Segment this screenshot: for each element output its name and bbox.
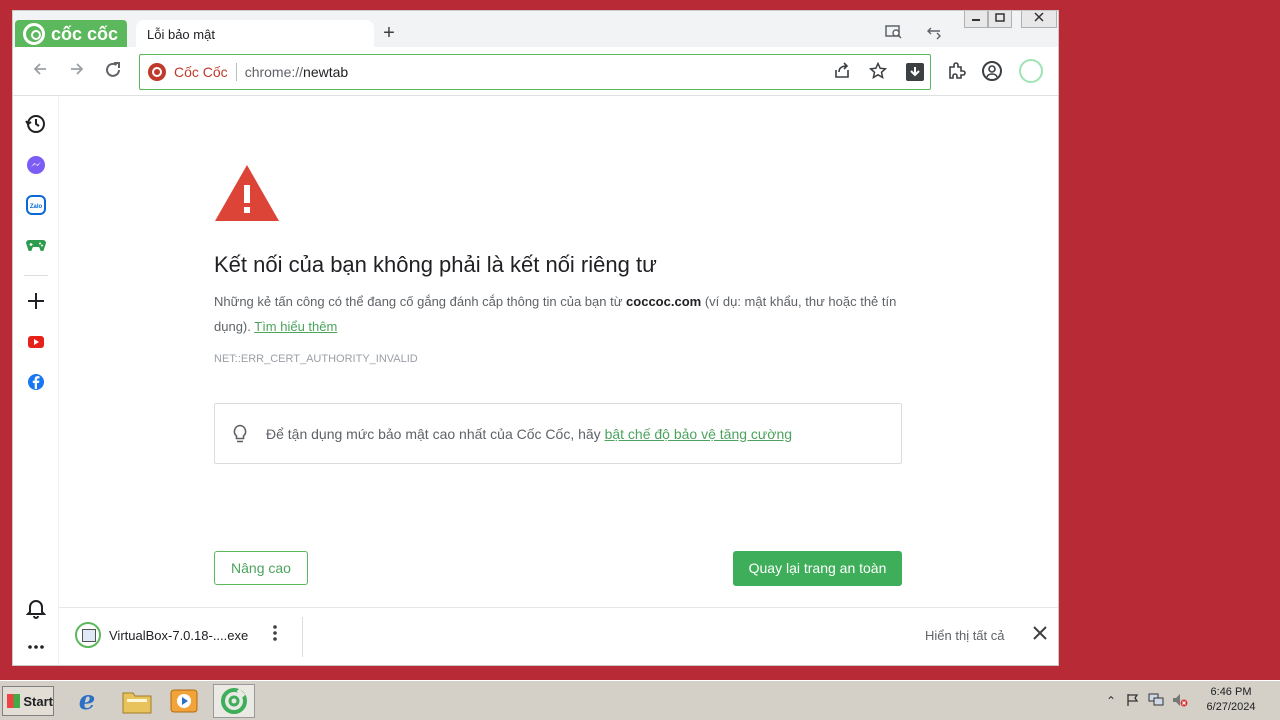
- download-file-name[interactable]: VirtualBox-7.0.18-....exe: [109, 628, 248, 643]
- error-domain: coccoc.com: [626, 294, 702, 309]
- tip-text: Để tận dụng mức bảo mật cao nhất của Cốc…: [266, 426, 792, 442]
- tab-title: Lỗi bảo mật: [147, 27, 215, 42]
- coccoc-site-icon: [148, 63, 166, 81]
- url-host: newtab: [303, 64, 349, 80]
- left-sidebar: Zalo: [13, 97, 59, 665]
- download-bar: VirtualBox-7.0.18-....exe Hiển thị tất c…: [59, 607, 1058, 665]
- add-icon[interactable]: [25, 291, 47, 313]
- omnibox-divider: [235, 63, 237, 81]
- download-more-icon[interactable]: [265, 624, 285, 646]
- restore-button[interactable]: [988, 11, 1012, 28]
- svg-text:Zalo: Zalo: [30, 204, 43, 210]
- url-text[interactable]: chrome://newtab: [245, 64, 349, 80]
- warning-triangle-icon: [213, 163, 281, 228]
- start-label: Start: [23, 693, 53, 709]
- tip-body: Để tận dụng mức bảo mật cao nhất của Cốc…: [266, 425, 605, 442]
- tab-search-icon[interactable]: [885, 24, 905, 42]
- error-description: Những kẻ tấn công có thể đang cố gắng đá…: [214, 289, 904, 339]
- reload-button[interactable]: [102, 60, 124, 82]
- clock-date: 6/27/2024: [1206, 701, 1256, 713]
- messenger-icon[interactable]: [25, 154, 47, 176]
- desktop-background-right: [1058, 0, 1280, 680]
- more-options-icon[interactable]: [25, 637, 47, 659]
- gamepad-icon[interactable]: [25, 233, 47, 255]
- download-icon[interactable]: [906, 63, 924, 81]
- advanced-button[interactable]: Nâng cao: [214, 551, 308, 585]
- error-title: Kết nối của bạn không phải là kết nối ri…: [214, 252, 657, 277]
- start-button[interactable]: Start: [2, 686, 54, 716]
- sync-status-icon[interactable]: [1019, 59, 1043, 83]
- enhanced-protection-link[interactable]: bật chế độ bảo vệ tăng cường: [605, 426, 792, 442]
- profile-icon[interactable]: [982, 61, 1002, 81]
- site-info-chip[interactable]: Cốc Cốc: [140, 55, 228, 89]
- action-center-flag-icon[interactable]: [1126, 693, 1140, 710]
- history-icon[interactable]: [25, 113, 47, 135]
- error-page: Kết nối của bạn không phải là kết nối ri…: [59, 97, 1058, 607]
- youtube-icon[interactable]: [25, 331, 47, 353]
- coccoc-logo-icon: [23, 23, 45, 45]
- error-code[interactable]: NET::ERR_CERT_AUTHORITY_INVALID: [214, 353, 418, 365]
- address-bar[interactable]: Cốc Cốc chrome://newtab: [139, 54, 931, 90]
- new-tab-button[interactable]: +: [379, 23, 399, 43]
- close-download-bar-icon[interactable]: [1030, 624, 1050, 644]
- show-hidden-icons-icon[interactable]: ⌃: [1106, 694, 1116, 708]
- facebook-icon[interactable]: [25, 371, 47, 393]
- coccoc-logo[interactable]: cốc cốc: [15, 20, 127, 48]
- browser-toolbar: Cốc Cốc chrome://newtab: [13, 47, 1058, 96]
- download-file-icon[interactable]: [75, 622, 101, 648]
- internet-explorer-icon[interactable]: e: [66, 684, 108, 718]
- lightbulb-icon: [232, 424, 248, 444]
- learn-more-link[interactable]: Tìm hiểu thêm: [254, 319, 337, 334]
- sidebar-divider: [24, 275, 48, 276]
- windows-flag-icon: [7, 694, 21, 708]
- show-all-downloads-link[interactable]: Hiển thị tất cả: [925, 628, 1005, 643]
- swap-arrows-icon[interactable]: [926, 24, 946, 42]
- minimize-button[interactable]: [964, 11, 988, 28]
- volume-muted-icon[interactable]: [1172, 693, 1188, 710]
- coccoc-logo-text: cốc cốc: [51, 23, 119, 44]
- forward-button[interactable]: [66, 60, 88, 82]
- network-icon[interactable]: [1148, 693, 1164, 710]
- clock-time: 6:46 PM: [1210, 686, 1252, 698]
- bookmark-star-icon[interactable]: [868, 61, 888, 82]
- enhanced-protection-tip: Để tận dụng mức bảo mật cao nhất của Cốc…: [214, 403, 902, 464]
- error-description-text: Những kẻ tấn công có thể đang cố gắng đá…: [214, 294, 627, 309]
- notification-bell-icon[interactable]: [25, 597, 47, 619]
- back-button[interactable]: [29, 60, 51, 82]
- back-to-safety-button[interactable]: Quay lại trang an toàn: [733, 551, 902, 586]
- url-prefix: chrome://: [244, 64, 304, 80]
- taskbar: Start e ⌃ 6:46 PM 6/27/2024: [0, 680, 1280, 720]
- coccoc-taskbar-icon[interactable]: [213, 684, 255, 718]
- extensions-puzzle-icon[interactable]: [945, 61, 967, 83]
- share-icon[interactable]: [832, 62, 852, 82]
- window-close-button[interactable]: [1021, 11, 1057, 28]
- media-player-icon[interactable]: [163, 684, 205, 718]
- zalo-icon[interactable]: Zalo: [25, 194, 47, 216]
- download-bar-divider: [302, 617, 303, 657]
- tab-strip: cốc cốc Lỗi bảo mật +: [13, 11, 1058, 48]
- taskbar-clock[interactable]: 6:46 PM 6/27/2024: [1196, 685, 1266, 715]
- desktop-background: [0, 0, 12, 680]
- tab-active[interactable]: Lỗi bảo mật: [136, 20, 374, 48]
- file-explorer-icon[interactable]: [116, 684, 158, 718]
- browser-window: cốc cốc Lỗi bảo mật + Cốc Cốc chrome://n…: [12, 10, 1059, 666]
- site-name: Cốc Cốc: [174, 64, 228, 80]
